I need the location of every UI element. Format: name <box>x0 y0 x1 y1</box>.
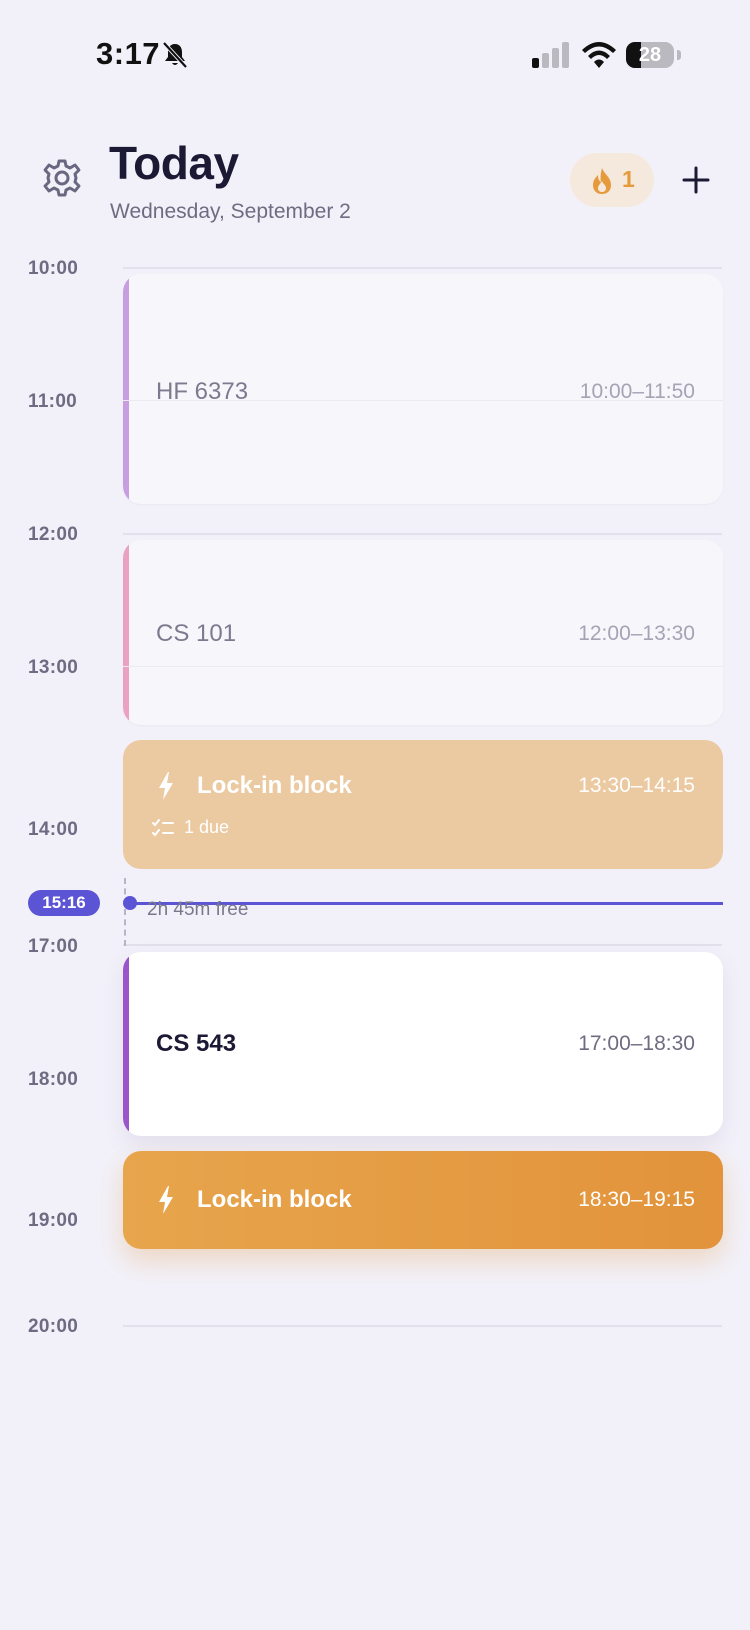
event-card-cs-101[interactable]: CS 101 12:00–13:30 <box>123 540 723 725</box>
battery-level: 28 <box>638 44 662 66</box>
event-accent-bar <box>123 952 129 1136</box>
cellular-signal-icon <box>532 42 569 68</box>
free-time-label: 2h 45m free <box>147 899 249 920</box>
event-name: HF 6373 <box>156 378 249 405</box>
due-count: 1 due <box>184 817 230 837</box>
current-time-dot <box>123 896 137 910</box>
status-time: 3:17 <box>96 36 161 71</box>
hour-label: 12:00 <box>28 524 79 545</box>
gear-icon[interactable] <box>42 158 82 198</box>
current-time-badge: 15:16 <box>28 890 100 916</box>
hour-gridline <box>123 944 722 946</box>
event-card-hf-6373[interactable]: HF 6373 10:00–11:50 <box>123 274 723 504</box>
checklist-icon <box>152 819 174 837</box>
lightning-bolt-icon <box>159 772 173 800</box>
streak-count: 1 <box>622 166 635 192</box>
event-time: 17:00–18:30 <box>578 1032 695 1055</box>
hour-label: 11:00 <box>28 391 78 412</box>
hour-gridline <box>123 533 722 535</box>
hour-label: 18:00 <box>28 1069 79 1090</box>
hour-label: 10:00 <box>28 258 79 279</box>
wifi-icon <box>582 42 616 68</box>
hour-label: 13:00 <box>28 657 79 678</box>
event-card-lock-in-upcoming[interactable]: Lock-in block 18:30–19:15 <box>123 1151 723 1249</box>
event-card-lock-in-past[interactable]: Lock-in block 13:30–14:15 1 due <box>123 740 723 869</box>
event-time: 18:30–19:15 <box>578 1188 695 1211</box>
hour-label: 17:00 <box>28 936 79 957</box>
hour-label: 14:00 <box>28 819 79 840</box>
hour-gridline <box>123 666 723 667</box>
event-name: CS 101 <box>156 620 237 647</box>
page-date: Wednesday, September 2 <box>110 200 351 223</box>
event-accent-bar <box>123 274 129 504</box>
event-name: CS 543 <box>156 1030 237 1057</box>
hour-gridline <box>123 267 722 269</box>
event-card-cs-543[interactable]: CS 543 17:00–18:30 <box>123 952 723 1136</box>
event-name: Lock-in block <box>197 772 352 799</box>
streak-badge[interactable]: 1 <box>570 153 654 207</box>
hour-gridline <box>123 1325 722 1327</box>
lightning-bolt-icon <box>159 1186 173 1214</box>
hour-label: 20:00 <box>28 1316 79 1337</box>
event-time: 13:30–14:15 <box>578 774 695 797</box>
page-title: Today <box>109 137 239 189</box>
hour-label: 19:00 <box>28 1210 79 1231</box>
plus-icon[interactable] <box>676 160 716 200</box>
battery-nub <box>677 50 681 60</box>
event-time: 12:00–13:30 <box>578 622 695 645</box>
free-gap-dashed-line <box>124 878 126 946</box>
battery-icon: 28 <box>626 42 674 68</box>
flame-icon <box>593 168 611 194</box>
event-name: Lock-in block <box>197 1186 352 1213</box>
event-accent-bar <box>123 540 129 725</box>
bell-slash-icon <box>162 41 188 69</box>
event-time: 10:00–11:50 <box>579 380 695 403</box>
